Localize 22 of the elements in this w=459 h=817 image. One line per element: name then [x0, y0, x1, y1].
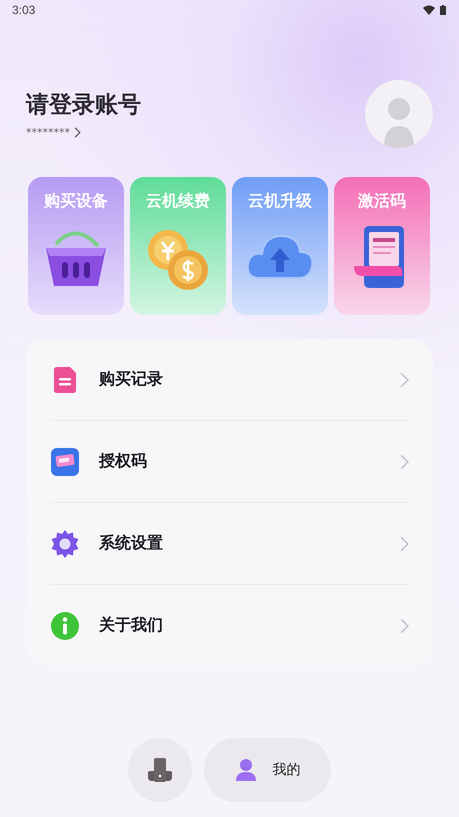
chevron-icon	[400, 372, 409, 388]
menu-item[interactable]: 关于我们	[99, 615, 400, 636]
login-title[interactable]: 请登录账号	[26, 89, 141, 120]
chevron-icon	[400, 454, 409, 470]
wifi-icon	[423, 5, 435, 15]
person-icon	[382, 96, 416, 148]
battery-icon	[440, 5, 446, 15]
chevron-icon	[74, 127, 81, 138]
menu-item[interactable]: 购买记录	[99, 369, 400, 390]
status-time: 3:03	[12, 3, 36, 17]
menu-item[interactable]: 系统设置	[99, 533, 400, 554]
info-icon	[50, 610, 80, 640]
nav-tab[interactable]: 我的	[204, 738, 331, 802]
document-icon	[52, 366, 78, 394]
chevron-icon	[400, 536, 409, 552]
masked-account[interactable]: ********	[26, 126, 70, 139]
phone-icon	[146, 757, 174, 783]
chevron-icon	[400, 618, 409, 634]
menu-item[interactable]: 授权码	[99, 451, 400, 472]
ticket-icon	[50, 446, 80, 476]
person-icon	[234, 758, 256, 782]
gear-icon	[50, 528, 80, 558]
